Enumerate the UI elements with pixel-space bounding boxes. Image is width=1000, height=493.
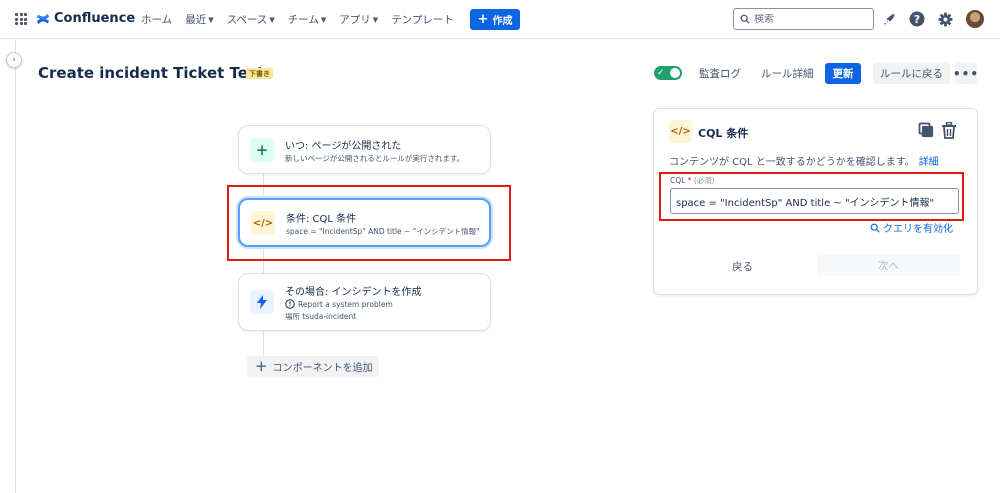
rule-details-link[interactable]: ルール詳細 [761,66,814,81]
trigger-title: いつ: ページが公開された [285,141,402,152]
action-location: 場所 tsuda-incident [285,312,357,321]
trigger-card[interactable]: + いつ: ページが公開された 新しいページが公開されるとルールが実行されます。 [238,125,491,174]
nav-spaces[interactable]: スペース ▼ [227,12,275,27]
panel-description-text: コンテンツが CQL と一致するかどうかを確認します。 [669,157,915,168]
nav-apps[interactable]: アプリ ▼ [339,12,378,27]
validate-query-link[interactable]: クエリを有効化 [870,220,953,235]
nav-teams[interactable]: チーム ▼ [288,12,327,27]
confluence-logo-icon [36,13,50,24]
nav-templates-label: テンプレート [391,14,454,26]
checkmark-icon: ✓ [657,68,665,78]
page-title: Create incident Ticket Test [38,64,265,82]
audit-log-link[interactable]: 監査ログ [699,66,741,81]
draft-status-badge: 下書き [246,68,273,79]
nav-apps-label: アプリ [339,14,371,26]
toggle-knob [670,68,680,78]
chevron-down-icon: ▼ [320,15,327,24]
notifications-icon[interactable] [881,10,899,28]
primary-nav: ホーム 最近 ▼ スペース ▼ チーム ▼ アプリ ▼ テンプレート [141,0,467,39]
add-component-label: コンポーネントを追加 [272,363,373,374]
code-condition-icon: </> [669,120,692,143]
search-box[interactable] [733,8,874,30]
settings-gear-icon[interactable] [936,10,954,28]
details-link[interactable]: 詳細 [919,157,939,168]
action-title: その場合: インシデントを作成 [285,287,422,298]
action-issue-type: Report a system problem [285,299,393,309]
add-component-button[interactable]: + コンポーネントを追加 [247,356,379,377]
validate-query-label: クエリを有効化 [883,224,953,235]
nav-templates[interactable]: テンプレート [391,12,454,27]
nav-recent[interactable]: 最近 ▼ [185,12,213,27]
search-input[interactable] [754,13,864,25]
help-icon[interactable]: ? [908,10,926,28]
rule-enabled-toggle[interactable]: ✓ [654,66,682,80]
update-button[interactable]: 更新 [825,63,861,84]
action-issue-type-label: Report a system problem [298,299,393,309]
chevron-down-icon: ▼ [208,15,214,24]
chevron-down-icon: ▼ [372,15,379,24]
svg-text:?: ? [914,13,920,26]
panel-description: コンテンツが CQL と一致するかどうかを確認します。 詳細 [669,153,939,168]
expand-sidebar-chevron-right-icon[interactable]: › [6,52,22,68]
create-button[interactable]: + 作成 [470,9,520,30]
nav-spaces-label: スペース [226,14,268,26]
highlight-frame-condition [227,185,511,261]
delete-trash-icon[interactable] [941,121,957,139]
brand-name: Confluence [54,11,136,26]
app-switcher-icon[interactable] [15,13,27,25]
nav-teams-label: チーム [287,14,319,26]
nav-home-label: ホーム [141,14,173,26]
plus-icon: + [255,357,268,375]
back-to-rules-button[interactable]: ルールに戻る [873,63,950,84]
left-sidebar-rail [0,40,16,493]
plus-icon: + [477,12,489,27]
plus-trigger-icon: + [250,138,274,162]
more-actions-icon[interactable]: ••• [953,63,978,84]
duplicate-icon[interactable] [918,122,934,138]
trigger-subtitle: 新しいページが公開されるとルールが実行されます。 [285,154,465,163]
lightning-action-icon [250,290,274,314]
highlight-frame-cql-field [659,172,964,221]
alert-circle-icon [285,299,295,309]
top-navigation: Confluence ホーム 最近 ▼ スペース ▼ チーム ▼ アプリ ▼ テンプレー… [0,0,1000,39]
nav-recent-label: 最近 [185,14,207,26]
chevron-down-icon: ▼ [269,15,275,24]
search-icon [740,14,750,24]
user-avatar[interactable] [966,10,984,28]
next-button[interactable]: 次へ [817,255,960,276]
panel-title: CQL 条件 [698,127,749,140]
flow-connector [263,331,264,356]
confluence-logo[interactable]: Confluence [36,11,135,26]
action-card[interactable]: その場合: インシデントを作成 Report a system problem … [238,273,491,331]
create-button-label: 作成 [492,16,513,27]
back-button[interactable]: 戻る [732,259,753,274]
search-icon [870,223,880,233]
nav-home[interactable]: ホーム [141,12,172,27]
